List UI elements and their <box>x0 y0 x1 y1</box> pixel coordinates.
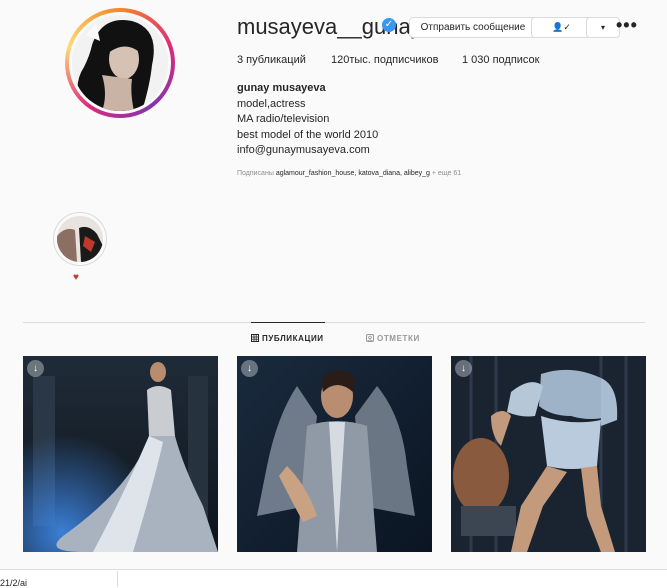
footer-bar <box>0 569 667 588</box>
tab-posts[interactable]: ПУБЛИКАЦИИ <box>251 334 324 344</box>
followed-by-more: + еще 61 <box>431 170 462 177</box>
footer-separator <box>117 571 118 587</box>
full-name: gunay musayeva <box>237 82 326 94</box>
tab-tagged-label: ОТМЕТКИ <box>377 334 420 343</box>
video-badge-icon: ↓ <box>241 360 258 377</box>
following-count[interactable]: 1 030 подписок <box>462 54 540 66</box>
tabs-divider <box>23 322 645 323</box>
post-thumbnail[interactable]: ↓ <box>451 356 646 552</box>
active-tab-indicator <box>251 322 325 323</box>
more-options-icon[interactable]: ••• <box>616 15 638 35</box>
post-thumbnail[interactable]: ↓ <box>23 356 218 552</box>
following-button[interactable]: 👤✓ <box>531 17 592 38</box>
avatar-photo <box>72 15 168 111</box>
suggestions-dropdown-button[interactable]: ▾ <box>586 17 620 38</box>
highlight-cover <box>57 216 103 262</box>
bio-line: model,actress <box>237 97 306 110</box>
video-badge-icon: ↓ <box>27 360 44 377</box>
grid-icon <box>251 334 259 344</box>
message-button[interactable]: Отправить сообщение <box>409 17 537 38</box>
profile-avatar[interactable] <box>65 8 175 118</box>
highlight-heart-icon: ♥ <box>73 272 79 283</box>
bio-line: best model of the world 2010 <box>237 128 379 141</box>
followers-count[interactable]: 120тыс. подписчиков <box>331 54 438 66</box>
user-check-icon: 👤✓ <box>552 22 571 32</box>
tag-icon <box>366 334 374 344</box>
bio-email: info@gunaymusayeva.com <box>237 144 370 157</box>
story-highlight[interactable] <box>53 212 107 266</box>
followed-by-prefix: Подписаны <box>237 170 274 177</box>
posts-count: 3 публикаций <box>237 54 306 66</box>
video-badge-icon: ↓ <box>455 360 472 377</box>
tab-posts-label: ПУБЛИКАЦИИ <box>262 334 324 343</box>
followed-by[interactable]: Подписаны aglamour_fashion_house, katova… <box>237 170 461 177</box>
bio: gunay musayeva model,actress MA radio/te… <box>237 81 378 159</box>
followed-by-names: aglamour_fashion_house, katova_diana, al… <box>275 170 430 177</box>
chevron-down-icon: ▾ <box>600 23 605 32</box>
verified-badge-icon: ✓ <box>382 18 396 32</box>
bio-line: MA radio/television <box>237 113 330 126</box>
tab-tagged[interactable]: ОТМЕТКИ <box>366 334 420 344</box>
post-thumbnail[interactable]: ↓ <box>237 356 432 552</box>
